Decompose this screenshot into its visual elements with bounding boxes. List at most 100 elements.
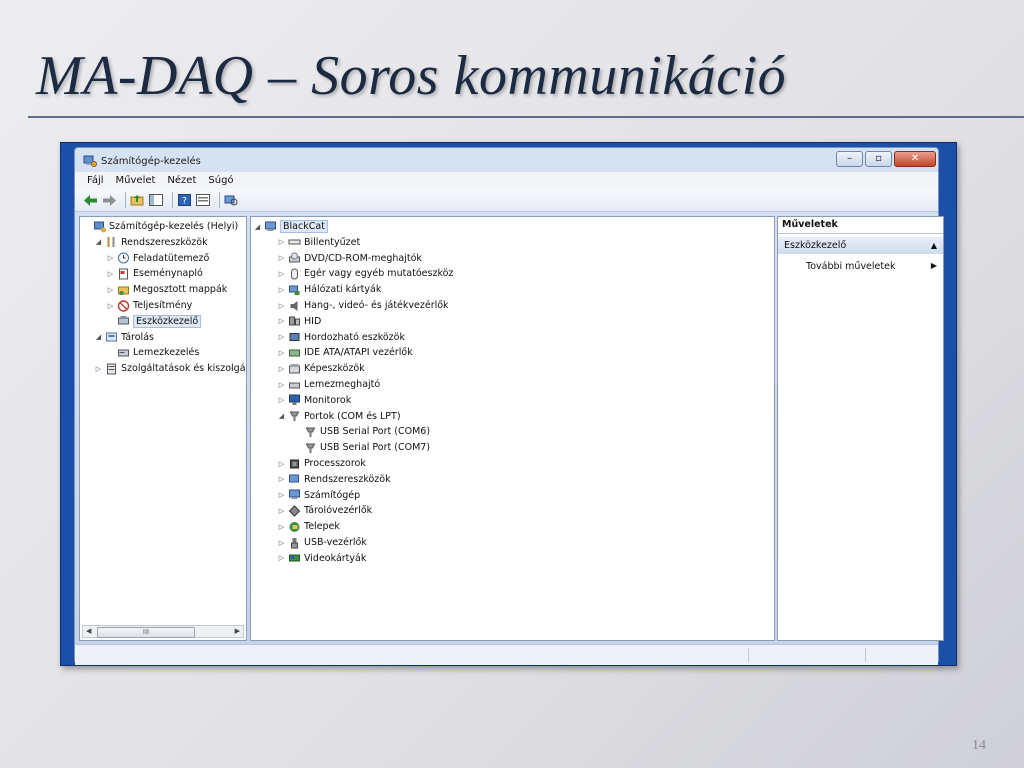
console-tree-item[interactable]: Eszközkezelő: [106, 314, 202, 329]
console-tree-item[interactable]: ▷ Feladatütemező: [106, 251, 209, 266]
scrollbar-thumb[interactable]: III: [97, 627, 195, 638]
forward-arrow-icon[interactable]: [102, 193, 116, 207]
scroll-right-icon[interactable]: ▶: [235, 626, 240, 637]
collapsed-icon[interactable]: ▷: [277, 333, 286, 341]
device-tree-item[interactable]: ▷ Monitorok: [277, 393, 351, 408]
more-actions-item[interactable]: További műveletek ▶: [806, 261, 943, 272]
collapsed-icon[interactable]: ▷: [277, 491, 286, 499]
console-tree-item[interactable]: ◢ Rendszereszközök: [94, 235, 208, 250]
minimize-button[interactable]: –: [836, 151, 863, 167]
expanded-icon[interactable]: ◢: [253, 223, 262, 231]
console-tree-icon[interactable]: [149, 193, 163, 207]
collapsed-icon[interactable]: ▷: [106, 254, 115, 262]
collapsed-icon[interactable]: ▷: [277, 302, 286, 310]
title-bar[interactable]: Számítógép-kezelés: [83, 152, 201, 170]
tree-item-label: Telepek: [304, 521, 340, 533]
console-tree-pane: ◀ III ▶ Számítógép-kezelés (Helyi) ◢ Rends…: [79, 216, 247, 641]
collapsed-icon[interactable]: ▷: [277, 270, 286, 278]
collapsed-icon[interactable]: ▷: [277, 349, 286, 357]
collapsed-icon[interactable]: ▷: [277, 381, 286, 389]
collapsed-icon[interactable]: ▷: [277, 254, 286, 262]
tree-item-label: USB-vezérlők: [304, 537, 367, 548]
collapsed-icon[interactable]: ▷: [277, 317, 286, 325]
dvd-drive-icon: [288, 252, 301, 264]
tree-item-label: Lemezmeghajtó: [304, 379, 381, 390]
device-tree-item[interactable]: ▷ Tárolóvezérlők: [277, 503, 372, 518]
collapsed-icon[interactable]: ▷: [277, 396, 286, 404]
console-tree-item[interactable]: ◢ Tárolás: [94, 330, 154, 345]
toolbar: ?: [75, 189, 938, 212]
device-tree-item[interactable]: USB Serial Port (COM6): [293, 424, 430, 439]
collapsed-icon[interactable]: ▷: [277, 554, 286, 562]
collapsed-icon[interactable]: ▷: [277, 539, 286, 547]
status-divider: [865, 648, 866, 662]
collapsed-icon[interactable]: ▷: [277, 475, 286, 483]
expanded-icon[interactable]: ◢: [94, 333, 103, 341]
back-arrow-icon[interactable]: [83, 193, 97, 207]
device-tree-item[interactable]: USB Serial Port (COM7): [293, 440, 430, 455]
collapsed-icon[interactable]: ▷: [277, 365, 286, 373]
keyboard-icon: [288, 236, 301, 248]
collapsed-icon[interactable]: ▷: [277, 523, 286, 531]
actions-header: Műveletek: [778, 217, 943, 234]
computer-management-icon: [83, 155, 97, 167]
device-tree-item[interactable]: ▷ Processzorok: [277, 456, 366, 471]
console-tree-item[interactable]: ▷ Megosztott mappák: [106, 282, 228, 297]
menu-help[interactable]: Súgó: [208, 175, 233, 186]
help-icon[interactable]: ?: [177, 193, 191, 207]
folder-up-icon[interactable]: [130, 193, 144, 207]
actions-section-device-manager[interactable]: Eszközkezelő ▲: [778, 237, 943, 254]
device-tree-item[interactable]: ▷ IDE ATA/ATAPI vezérlők: [277, 345, 413, 360]
collapsed-icon[interactable]: ▷: [277, 286, 286, 294]
device-tree-item[interactable]: ▷ USB-vezérlők: [277, 535, 367, 550]
maximize-button[interactable]: ▫: [865, 151, 892, 167]
collapsed-icon[interactable]: ▷: [277, 238, 286, 246]
console-tree-item[interactable]: Lemezkezelés: [106, 345, 199, 360]
expanded-icon[interactable]: ◢: [277, 412, 286, 420]
collapse-up-icon[interactable]: ▲: [931, 237, 937, 254]
collapsed-icon[interactable]: ▷: [106, 302, 115, 310]
scroll-left-icon[interactable]: ◀: [86, 626, 91, 637]
device-tree-item[interactable]: ◢ Portok (COM és LPT): [277, 409, 401, 424]
collapsed-icon[interactable]: ▷: [106, 270, 115, 278]
window-title: Számítógép-kezelés: [101, 155, 201, 167]
device-tree-item[interactable]: ▷ DVD/CD-ROM-meghajtók: [277, 251, 422, 266]
imaging-device-icon: [288, 363, 301, 375]
device-tree-item[interactable]: ▷ Számítógép: [277, 488, 360, 503]
close-button[interactable]: ✕: [894, 151, 936, 167]
scan-hardware-icon[interactable]: [224, 193, 238, 207]
device-tree-item[interactable]: ▷ Telepek: [277, 519, 340, 534]
collapsed-icon[interactable]: ▷: [94, 365, 103, 373]
device-tree-item[interactable]: ▷ Billentyűzet: [277, 235, 360, 250]
console-tree-item[interactable]: Számítógép-kezelés (Helyi): [82, 219, 238, 234]
collapsed-icon[interactable]: ▷: [277, 460, 286, 468]
device-tree-item[interactable]: ▷ Videokártyák: [277, 551, 367, 566]
tree-item-label: Tárolás: [121, 331, 154, 343]
tree-item-label: Billentyűzet: [304, 236, 361, 248]
menu-view[interactable]: Nézet: [167, 175, 196, 186]
device-tree-item[interactable]: ▷ Hálózati kártyák: [277, 282, 382, 297]
properties-icon[interactable]: [196, 193, 210, 207]
horizontal-scrollbar[interactable]: ◀ III ▶: [82, 625, 244, 638]
menu-action[interactable]: Művelet: [116, 175, 156, 186]
device-tree-item[interactable]: ▷ Képeszközök: [277, 361, 365, 376]
device-tree-item[interactable]: ▷ Lemezmeghajtó: [277, 377, 380, 392]
console-tree-item[interactable]: ▷ Eseménynapló: [106, 266, 203, 281]
tree-item-label: Tárolóvezérlők: [304, 505, 373, 517]
collapsed-icon[interactable]: ▷: [106, 286, 115, 294]
expanded-icon[interactable]: ◢: [94, 238, 103, 246]
device-tree-item[interactable]: ▷ Rendszereszközök: [277, 472, 391, 487]
menu-bar: Fájl Művelet Nézet Súgó: [75, 172, 938, 189]
collapsed-icon[interactable]: ▷: [277, 507, 286, 515]
device-tree-item[interactable]: ▷ Hang-, videó- és játékvezérlők: [277, 298, 449, 313]
device-tree-item[interactable]: ▷ Hordozható eszközök: [277, 330, 405, 345]
disk-management-icon: [117, 347, 130, 359]
console-tree-item[interactable]: ▷ Teljesítmény: [106, 298, 192, 313]
device-tree-root[interactable]: ◢ BlackCat: [253, 219, 328, 234]
device-tree-item[interactable]: ▷ HID: [277, 314, 321, 329]
menu-file[interactable]: Fájl: [87, 175, 104, 186]
device-tree-item[interactable]: ▷ Egér vagy egyéb mutatóeszköz: [277, 266, 453, 281]
console-tree-item[interactable]: ▷ Szolgáltatások és kiszolgáló: [94, 361, 246, 376]
device-manager-icon: [117, 315, 130, 327]
event-log-icon: [117, 268, 130, 280]
